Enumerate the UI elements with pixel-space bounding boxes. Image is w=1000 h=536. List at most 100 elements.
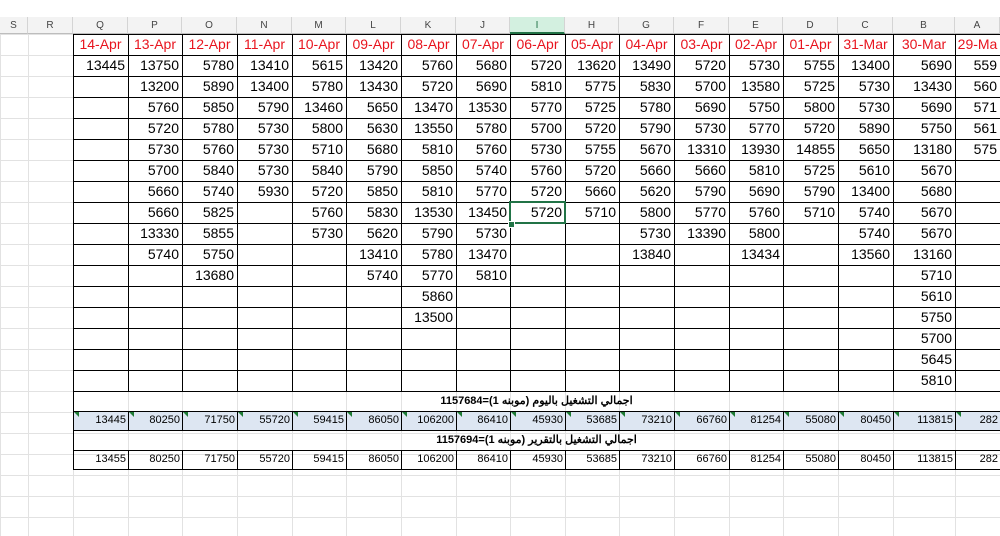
- data-cell[interactable]: 13400: [237, 76, 292, 97]
- data-cell[interactable]: 5790: [401, 223, 456, 244]
- data-cell[interactable]: 13400: [838, 181, 893, 202]
- data-cell[interactable]: 5750: [893, 118, 955, 139]
- data-cell[interactable]: 5810: [456, 265, 510, 286]
- column-header-r[interactable]: R: [28, 17, 73, 34]
- data-cell[interactable]: 5680: [346, 139, 401, 160]
- data-cell[interactable]: 13500: [401, 307, 456, 328]
- data-cell[interactable]: 13930: [729, 139, 783, 160]
- data-cell[interactable]: 5710: [565, 202, 619, 223]
- data-cell[interactable]: 5720: [510, 181, 565, 202]
- data-cell[interactable]: 5780: [182, 55, 237, 76]
- data-cell[interactable]: 5610: [893, 286, 955, 307]
- data-cell[interactable]: 5775: [565, 76, 619, 97]
- total-report-cell[interactable]: 59415: [292, 450, 346, 469]
- date-header-cell[interactable]: 04-Apr: [619, 34, 674, 55]
- data-cell[interactable]: 5760: [510, 160, 565, 181]
- data-cell[interactable]: 14855: [783, 139, 838, 160]
- data-cell[interactable]: 5780: [292, 76, 346, 97]
- date-header-cell[interactable]: 10-Apr: [292, 34, 346, 55]
- data-cell[interactable]: 13560: [838, 244, 893, 265]
- data-cell[interactable]: 5710: [783, 202, 838, 223]
- data-cell[interactable]: 571: [955, 97, 1000, 118]
- data-cell[interactable]: 13180: [893, 139, 955, 160]
- data-cell[interactable]: 5760: [729, 202, 783, 223]
- data-cell[interactable]: 13420: [346, 55, 401, 76]
- data-cell[interactable]: 5830: [346, 202, 401, 223]
- data-cell[interactable]: 5850: [346, 181, 401, 202]
- total-report-cell[interactable]: 282: [955, 450, 1000, 469]
- data-cell[interactable]: 5780: [401, 244, 456, 265]
- data-cell[interactable]: 5790: [783, 181, 838, 202]
- data-cell[interactable]: 5660: [565, 181, 619, 202]
- total-daily-cell[interactable]: 45930: [510, 411, 565, 430]
- data-cell[interactable]: 5810: [401, 181, 456, 202]
- data-cell[interactable]: 5730: [838, 97, 893, 118]
- data-cell[interactable]: 5700: [674, 76, 729, 97]
- data-cell[interactable]: 5740: [838, 202, 893, 223]
- column-header-q[interactable]: Q: [73, 17, 128, 34]
- total-daily-cell[interactable]: 106200: [401, 411, 456, 430]
- date-header-cell[interactable]: 11-Apr: [237, 34, 292, 55]
- data-cell[interactable]: 5730: [456, 223, 510, 244]
- data-cell[interactable]: 5780: [619, 97, 674, 118]
- data-cell[interactable]: 5700: [128, 160, 182, 181]
- data-cell[interactable]: 5930: [237, 181, 292, 202]
- data-cell[interactable]: 5730: [674, 118, 729, 139]
- data-cell[interactable]: 5810: [729, 160, 783, 181]
- date-header-cell[interactable]: 31-Mar: [838, 34, 893, 55]
- data-cell[interactable]: 13390: [674, 223, 729, 244]
- data-cell[interactable]: 5720: [565, 118, 619, 139]
- data-cell[interactable]: 5810: [893, 370, 955, 391]
- data-cell[interactable]: 13430: [346, 76, 401, 97]
- data-cell[interactable]: 5725: [565, 97, 619, 118]
- data-cell[interactable]: 13470: [456, 244, 510, 265]
- data-cell[interactable]: 5750: [182, 244, 237, 265]
- data-cell[interactable]: 13530: [456, 97, 510, 118]
- date-header-cell[interactable]: 03-Apr: [674, 34, 729, 55]
- data-cell[interactable]: 13580: [729, 76, 783, 97]
- data-cell[interactable]: 5670: [619, 139, 674, 160]
- data-cell[interactable]: 5890: [838, 118, 893, 139]
- data-cell[interactable]: 5700: [510, 118, 565, 139]
- data-cell[interactable]: 5770: [401, 265, 456, 286]
- active-cell-selection[interactable]: [509, 201, 566, 224]
- date-header-cell[interactable]: 14-Apr: [73, 34, 128, 55]
- data-cell[interactable]: 5770: [674, 202, 729, 223]
- data-cell[interactable]: 5620: [346, 223, 401, 244]
- total-report-cell[interactable]: 53685: [565, 450, 619, 469]
- data-cell[interactable]: 13840: [619, 244, 674, 265]
- column-header-d[interactable]: D: [783, 17, 838, 34]
- column-header-e[interactable]: E: [729, 17, 783, 34]
- data-cell[interactable]: 5810: [510, 76, 565, 97]
- column-header-p[interactable]: P: [128, 17, 182, 34]
- data-cell[interactable]: 5690: [893, 97, 955, 118]
- total-daily-cell[interactable]: 80450: [838, 411, 893, 430]
- data-cell[interactable]: 5740: [838, 223, 893, 244]
- data-cell[interactable]: 5690: [729, 181, 783, 202]
- data-cell[interactable]: 5720: [510, 55, 565, 76]
- data-cell[interactable]: 5680: [893, 181, 955, 202]
- data-cell[interactable]: 5760: [128, 97, 182, 118]
- data-cell[interactable]: 5730: [619, 223, 674, 244]
- data-cell[interactable]: 13530: [401, 202, 456, 223]
- data-cell[interactable]: 5720: [401, 76, 456, 97]
- data-cell[interactable]: 5770: [456, 181, 510, 202]
- data-cell[interactable]: 561: [955, 118, 1000, 139]
- data-cell[interactable]: 5740: [456, 160, 510, 181]
- data-cell[interactable]: 5760: [292, 202, 346, 223]
- data-cell[interactable]: 5780: [182, 118, 237, 139]
- data-cell[interactable]: 5720: [674, 55, 729, 76]
- data-cell[interactable]: 13550: [401, 118, 456, 139]
- data-cell[interactable]: 5720: [783, 118, 838, 139]
- data-cell[interactable]: 5840: [292, 160, 346, 181]
- spreadsheet-grid[interactable]: S R Q P O N M L K J I H G F E D C B A 14-Apr 13-Apr 12-Apr 11-…: [0, 0, 1000, 536]
- date-header-cell[interactable]: 05-Apr: [565, 34, 619, 55]
- total-report-cell[interactable]: 73210: [619, 450, 674, 469]
- data-cell[interactable]: 5620: [619, 181, 674, 202]
- total-report-cell[interactable]: 86410: [456, 450, 510, 469]
- data-cell[interactable]: 13430: [893, 76, 955, 97]
- total-daily-cell[interactable]: 80250: [128, 411, 182, 430]
- data-cell[interactable]: 5690: [674, 97, 729, 118]
- total-report-cell[interactable]: 55720: [237, 450, 292, 469]
- data-cell[interactable]: 5730: [237, 118, 292, 139]
